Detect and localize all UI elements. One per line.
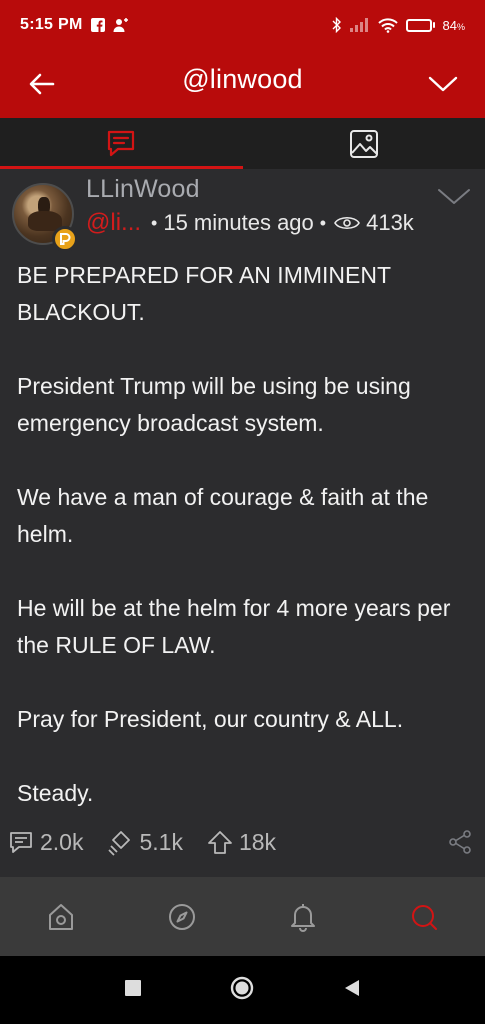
comment-button[interactable]: 2.0k bbox=[8, 829, 83, 856]
home-icon bbox=[48, 903, 73, 930]
tab-media[interactable] bbox=[243, 118, 485, 169]
post-paragraph: Pray for President, our country & ALL. bbox=[17, 706, 404, 732]
repost-count: 5.1k bbox=[139, 829, 183, 855]
app-header: @linwood bbox=[0, 50, 485, 118]
nav-notifications[interactable] bbox=[243, 877, 364, 956]
image-icon bbox=[349, 129, 378, 158]
view-count: 413k bbox=[334, 210, 414, 236]
comment-icon bbox=[10, 831, 32, 853]
profile-tabs bbox=[0, 118, 485, 169]
status-time: 5:15 PM bbox=[20, 16, 83, 33]
wifi-icon bbox=[377, 17, 398, 33]
add-person-icon bbox=[113, 17, 129, 33]
bell-icon bbox=[291, 903, 316, 932]
compass-icon bbox=[168, 903, 195, 930]
verified-badge-icon bbox=[52, 226, 78, 252]
system-nav-bar bbox=[0, 956, 485, 1024]
page-title: @linwood bbox=[182, 64, 303, 94]
eye-icon bbox=[334, 216, 361, 230]
header-menu-button[interactable] bbox=[425, 66, 461, 102]
nav-home[interactable] bbox=[0, 877, 121, 956]
post-chat-icon bbox=[108, 130, 135, 156]
search-icon bbox=[412, 904, 438, 930]
views-label: 413k bbox=[366, 210, 414, 235]
post-paragraph: Steady. bbox=[17, 780, 94, 806]
repost-button[interactable]: 5.1k bbox=[107, 829, 183, 856]
chevron-down-icon bbox=[438, 189, 470, 204]
upvote-button[interactable]: 18k bbox=[207, 829, 276, 856]
post-actions: 2.0k 5.1k 18k bbox=[8, 829, 276, 856]
recents-button[interactable] bbox=[124, 979, 142, 1002]
bottom-nav bbox=[0, 877, 485, 956]
tab-posts[interactable] bbox=[0, 118, 243, 169]
display-name[interactable]: LLinWood bbox=[86, 175, 200, 204]
repost-icon bbox=[108, 830, 131, 856]
square-icon bbox=[124, 979, 141, 996]
post-body: BE PREPARED FOR AN IMMINENT BLACKOUT. Pr… bbox=[17, 257, 467, 849]
circle-icon bbox=[231, 976, 254, 999]
comment-count: 2.0k bbox=[40, 829, 84, 855]
separator-dot: • bbox=[319, 212, 327, 233]
nav-search[interactable] bbox=[364, 877, 485, 956]
upvote-icon bbox=[208, 830, 232, 854]
post-meta: @li... • 15 minutes ago • 413k bbox=[86, 209, 414, 237]
post-paragraph: BE PREPARED FOR AN IMMINENT BLACKOUT. bbox=[17, 262, 391, 325]
post-options-button[interactable] bbox=[437, 187, 471, 211]
post-paragraph: President Trump will be using be using e… bbox=[17, 373, 411, 436]
post-paragraph: We have a man of courage & faith at the … bbox=[17, 484, 429, 547]
share-icon bbox=[449, 830, 471, 854]
time-ago: 15 minutes ago bbox=[163, 210, 314, 235]
home-button[interactable] bbox=[229, 975, 255, 1006]
separator-dot: • bbox=[151, 212, 158, 233]
battery-icon bbox=[405, 18, 435, 32]
chevron-down-icon bbox=[428, 76, 458, 92]
battery-text: 84% bbox=[442, 17, 465, 33]
post-card[interactable]: LLinWood @li... • 15 minutes ago • 413k … bbox=[0, 169, 485, 1024]
user-handle[interactable]: @li... bbox=[86, 209, 141, 237]
nav-explore[interactable] bbox=[121, 877, 242, 956]
triangle-back-icon bbox=[345, 979, 360, 996]
bluetooth-icon bbox=[332, 17, 342, 33]
upvote-count: 18k bbox=[238, 829, 277, 855]
signal-icon bbox=[349, 18, 370, 32]
share-button[interactable] bbox=[447, 829, 473, 860]
back-nav-button[interactable] bbox=[343, 978, 361, 1003]
post-paragraph: He will be at the helm for 4 more years … bbox=[17, 595, 451, 658]
status-bar: 5:15 PM 84% bbox=[0, 0, 485, 50]
facebook-icon bbox=[90, 18, 105, 32]
